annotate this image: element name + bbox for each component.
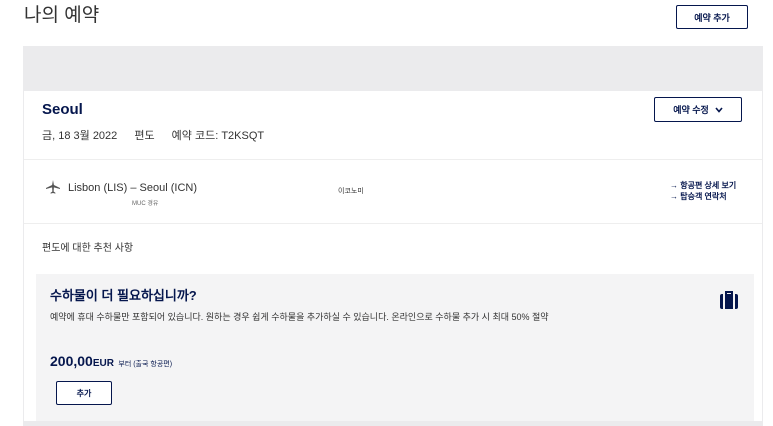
- edit-booking-label: 예약 수정: [673, 105, 709, 115]
- flight-details-link[interactable]: → 항공편 상세 보기: [670, 180, 736, 191]
- cabin-class: 이코노미: [338, 188, 364, 195]
- price-currency: EUR: [92, 358, 114, 369]
- baggage-offer: 수하물이 더 필요하십니까? 예약에 휴대 수하물만 포함되어 있습니다. 원하…: [36, 274, 754, 421]
- price-suffix: 부터 (출국 항공편): [118, 361, 173, 368]
- connection-info: MUC 경유: [132, 201, 159, 207]
- offer-description: 예약에 휴대 수하물만 포함되어 있습니다. 원하는 경우 쉽게 수하물을 추가…: [50, 312, 549, 322]
- passenger-contact-link[interactable]: → 탑승객 연락처: [670, 191, 736, 202]
- flight-route: Lisbon (LIS) – Seoul (ICN): [68, 182, 197, 194]
- booking-meta: 금, 18 3월 2022 편도 예약 코드: T2KSQT: [42, 127, 278, 143]
- flight-date: 금, 18 3월 2022: [42, 130, 118, 142]
- booking-code: 예약 코드: T2KSQT: [171, 130, 265, 142]
- recommendations-heading: 편도에 대한 추천 사항: [42, 243, 134, 254]
- plane-icon: [45, 179, 61, 195]
- trip-type: 편도: [134, 130, 155, 142]
- edit-booking-button[interactable]: 예약 수정: [654, 97, 742, 122]
- offer-price: 200,00EUR 부터 (출국 항공편): [50, 353, 172, 371]
- suitcase-icon: [718, 289, 740, 311]
- divider: [24, 223, 762, 224]
- price-amount: 200,00: [50, 353, 93, 369]
- add-baggage-button[interactable]: 추가: [56, 381, 112, 405]
- chevron-down-icon: [715, 105, 723, 115]
- add-booking-button[interactable]: 예약 추가: [676, 5, 748, 29]
- destination-city: Seoul: [42, 101, 83, 118]
- divider: [24, 159, 762, 160]
- page-title: 나의 예약: [24, 5, 100, 26]
- booking-card: Seoul 금, 18 3월 2022 편도 예약 코드: T2KSQT 예약 …: [24, 91, 762, 421]
- offer-title: 수하물이 더 필요하십니까?: [50, 288, 197, 303]
- flight-links: → 항공편 상세 보기 → 탑승객 연락처: [670, 180, 736, 202]
